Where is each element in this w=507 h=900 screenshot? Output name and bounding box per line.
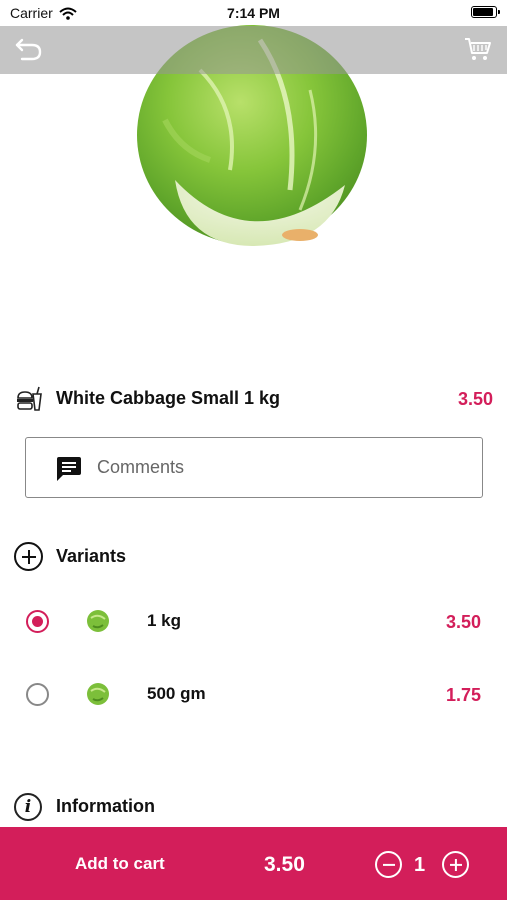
variants-header: Variants [0, 540, 507, 574]
top-navigation-bar [0, 26, 507, 74]
variants-title: Variants [56, 546, 127, 566]
product-price: 3.50 [457, 389, 493, 409]
increase-quantity-button[interactable] [442, 851, 469, 878]
comment-icon [57, 457, 81, 481]
product-name: White Cabbage Small 1 kg [56, 388, 281, 408]
cabbage-thumbnail-icon [87, 683, 109, 705]
product-header: White Cabbage Small 1 kg 3.50 [0, 380, 507, 418]
information-title: Information [56, 796, 155, 816]
cabbage-thumbnail-icon [87, 610, 109, 632]
status-time: 7:14 PM [227, 5, 280, 21]
back-button[interactable] [14, 36, 44, 64]
variant-option[interactable]: 1 kg 3.50 [0, 601, 507, 641]
cart-button[interactable] [463, 34, 493, 64]
radio-selected[interactable] [26, 610, 49, 633]
information-section[interactable]: i Information [0, 790, 507, 824]
cart-icon [465, 38, 491, 60]
variant-price: 1.75 [445, 685, 481, 705]
variant-label: 1 kg [147, 611, 182, 630]
comments-field[interactable]: Comments [25, 437, 483, 498]
battery-icon [471, 6, 500, 18]
add-to-cart-button[interactable]: Add to cart [75, 854, 165, 874]
bottom-cart-bar: Add to cart 3.50 1 [0, 827, 507, 900]
total-price: 3.50 [264, 853, 305, 876]
info-icon: i [14, 793, 42, 821]
food-icon [14, 384, 44, 414]
variant-label: 500 gm [147, 684, 206, 703]
variant-price: 3.50 [445, 612, 481, 632]
back-arrow-icon [15, 38, 42, 61]
variant-option[interactable]: 500 gm 1.75 [0, 674, 507, 714]
comments-placeholder: Comments [97, 457, 185, 477]
quantity-value: 1 [414, 854, 426, 876]
status-bar: Carrier 7:14 PM [0, 0, 507, 26]
add-circle-icon[interactable] [14, 542, 43, 571]
decrease-quantity-button[interactable] [375, 851, 402, 878]
radio-unselected[interactable] [26, 683, 49, 706]
